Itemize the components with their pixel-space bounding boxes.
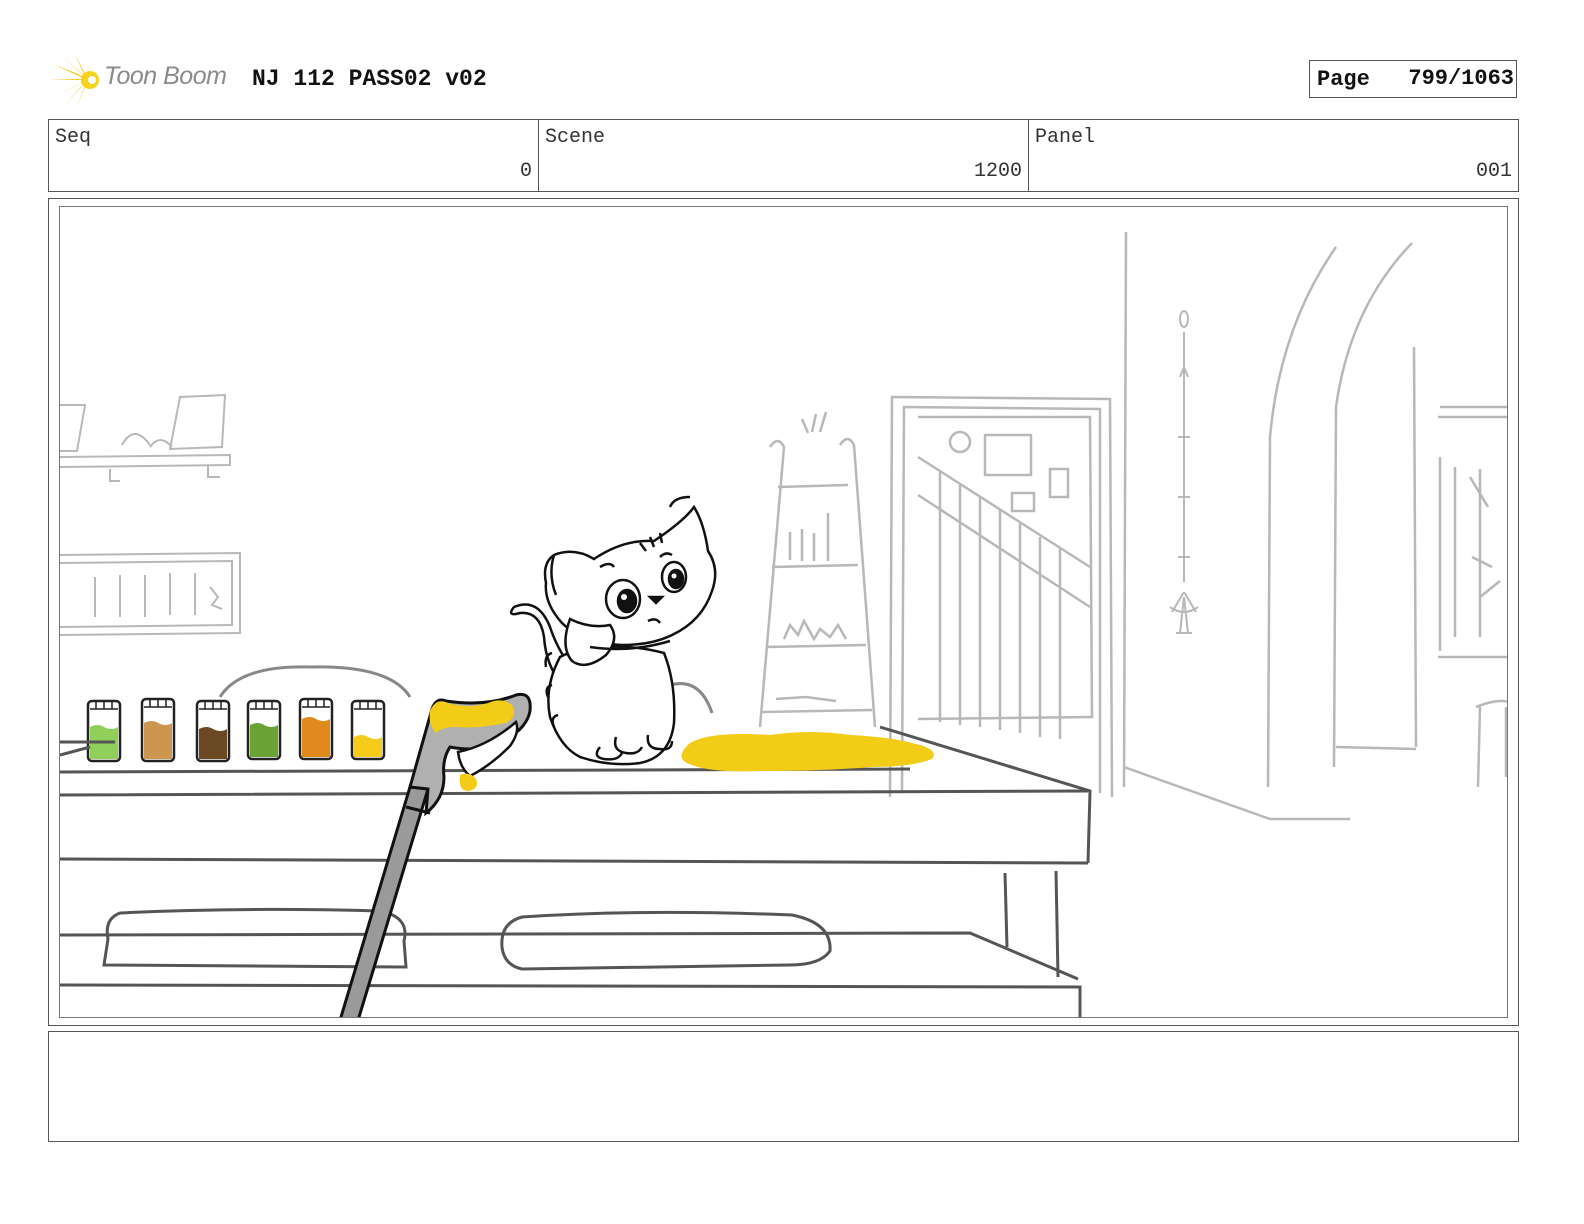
storyboard-drawing (60, 231, 1507, 1017)
panel-notes-box (48, 1031, 1519, 1142)
seq-value: 0 (519, 160, 532, 183)
logo-text: Toon Boom (104, 62, 227, 90)
doorway (888, 395, 1114, 798)
bookshelf (758, 411, 877, 728)
jar-1 (86, 699, 122, 763)
panel-label: Panel (1035, 126, 1096, 149)
hanging-plant (1169, 310, 1199, 634)
wall-cabinet (60, 551, 241, 636)
jar-2 (140, 697, 176, 763)
panel-cell: Panel 001 (1029, 120, 1518, 191)
arch-wall (1122, 231, 1507, 821)
page-number: 799/1063 (1408, 66, 1514, 91)
page-indicator: Page 799/1063 (1309, 60, 1517, 98)
scene-cell: Scene 1200 (539, 120, 1029, 191)
wall-shelf (60, 393, 231, 482)
toon-boom-logo: Toon Boom (48, 50, 248, 110)
jar-6 (350, 699, 386, 761)
yellow-spill (681, 732, 934, 772)
shot-info-row: Seq 0 Scene 1200 Panel 001 (48, 119, 1519, 192)
seq-cell: Seq 0 (49, 120, 539, 191)
jar-4 (246, 699, 282, 761)
storyboard-header: Toon Boom NJ 112 PASS02 v02 Page 799/106… (48, 50, 1538, 110)
document-title: NJ 112 PASS02 v02 (252, 66, 487, 92)
seq-label: Seq (55, 126, 92, 149)
jar-5 (298, 697, 334, 761)
panel-image (59, 206, 1508, 1018)
panel-value: 001 (1475, 160, 1512, 183)
jar-3 (195, 699, 231, 763)
panel-frame (48, 198, 1519, 1026)
scene-label: Scene (545, 126, 606, 149)
scene-value: 1200 (973, 160, 1022, 183)
starburst-icon (50, 52, 99, 108)
page-label: Page (1317, 67, 1370, 92)
cat-drawing (509, 495, 717, 766)
spice-jars (86, 697, 386, 763)
table (60, 725, 1092, 1017)
